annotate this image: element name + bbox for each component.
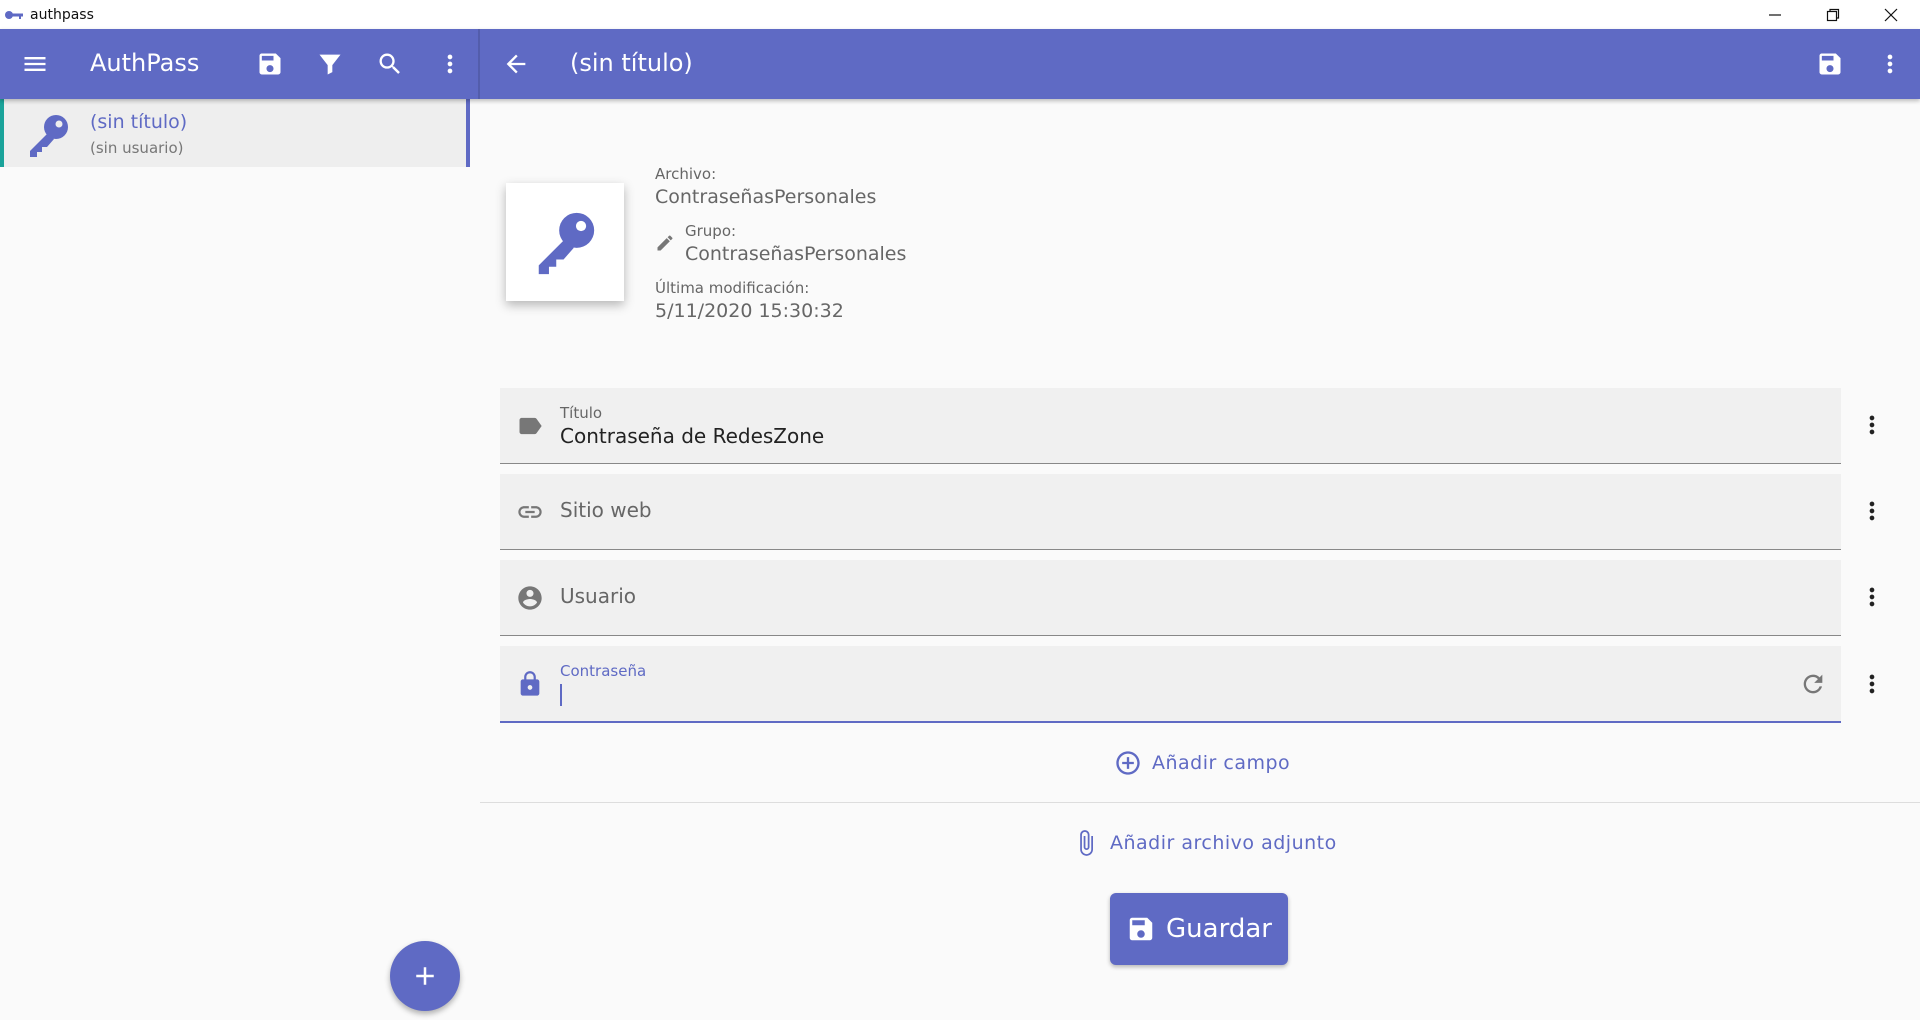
refresh-icon xyxy=(1803,674,1823,694)
right-more-button[interactable] xyxy=(1872,46,1908,82)
username-field-placeholder: Usuario xyxy=(560,584,637,608)
back-arrow-icon xyxy=(506,54,526,74)
entry-list-panel: (sin título) (sin usuario) xyxy=(0,99,478,1020)
username-field[interactable]: Usuario xyxy=(500,560,1841,636)
website-field-placeholder: Sitio web xyxy=(560,498,652,522)
more-vert-icon xyxy=(1869,501,1875,521)
password-field-menu-button[interactable] xyxy=(1854,666,1890,702)
window-titlebar: authpass xyxy=(0,0,1920,29)
app-title: AuthPass xyxy=(90,49,200,77)
more-vert-icon xyxy=(1869,415,1875,435)
entry-detail-panel: Archivo: ContraseñasPersonales Grupo: Co… xyxy=(480,99,1920,1020)
add-field-button[interactable]: Añadir campo xyxy=(1114,749,1290,777)
search-icon xyxy=(379,53,400,74)
file-value: ContraseñasPersonales xyxy=(655,186,877,208)
more-vert-icon xyxy=(1869,587,1875,607)
left-more-button[interactable] xyxy=(432,46,468,82)
save-button-label: Guardar xyxy=(1166,914,1272,944)
menu-icon xyxy=(24,57,46,71)
save-icon xyxy=(259,53,281,75)
password-field-label: Contraseña xyxy=(560,662,647,680)
group-label: Grupo: xyxy=(685,222,737,240)
key-icon xyxy=(30,115,68,157)
minimize-icon xyxy=(1769,13,1781,16)
field-icon xyxy=(516,498,544,526)
restore-icon xyxy=(1826,8,1840,21)
lock-icon xyxy=(520,671,540,696)
add-attachment-label: Añadir archivo adjunto xyxy=(1110,832,1337,854)
key-icon xyxy=(538,212,595,275)
title-field-menu-button[interactable] xyxy=(1854,407,1890,443)
search-button[interactable] xyxy=(372,46,408,82)
more-vert-icon xyxy=(447,54,453,74)
modified-label: Última modificación: xyxy=(655,279,810,297)
save-database-button[interactable] xyxy=(252,46,288,82)
entry-item-title: (sin título) xyxy=(90,111,188,133)
field-icon xyxy=(516,412,544,440)
back-button[interactable] xyxy=(498,46,534,82)
label-icon xyxy=(519,417,542,435)
entry-key-avatar xyxy=(24,111,72,159)
window-title: authpass xyxy=(30,6,94,23)
save-button[interactable]: Guardar xyxy=(1110,893,1288,965)
filter-icon xyxy=(319,54,341,75)
modified-value: 5/11/2020 15:30:32 xyxy=(655,300,844,322)
entry-title: (sin título) xyxy=(570,49,693,77)
generate-password-button[interactable] xyxy=(1799,670,1827,698)
save-icon xyxy=(1129,917,1153,941)
section-divider xyxy=(480,802,1920,803)
close-button[interactable] xyxy=(1862,0,1920,29)
account-circle-icon xyxy=(518,586,542,610)
minimize-button[interactable] xyxy=(1746,0,1804,29)
more-vert-icon xyxy=(1887,54,1893,74)
file-info: Archivo: ContraseñasPersonales xyxy=(655,165,876,208)
username-field-menu-button[interactable] xyxy=(1854,579,1890,615)
add-circle-icon xyxy=(1116,751,1140,775)
group-value: ContraseñasPersonales xyxy=(685,243,907,265)
entry-icon-card[interactable] xyxy=(506,183,624,301)
appbar-divider xyxy=(478,29,480,99)
file-label: Archivo: xyxy=(655,165,717,183)
menu-button[interactable] xyxy=(17,46,53,82)
save-entry-button[interactable] xyxy=(1812,46,1848,82)
add-field-label: Añadir campo xyxy=(1152,752,1291,774)
app-key-icon xyxy=(5,10,23,19)
edit-group-button[interactable] xyxy=(655,233,675,253)
add-attachment-button[interactable]: Añadir archivo adjunto xyxy=(1072,829,1337,857)
title-field[interactable]: Título Contraseña de RedesZone xyxy=(500,388,1841,464)
close-icon xyxy=(1884,8,1898,21)
modified-info: Última modificación: 5/11/2020 15:30:32 xyxy=(655,279,844,322)
list-item[interactable]: (sin título) (sin usuario) xyxy=(0,99,470,167)
restore-button[interactable] xyxy=(1804,0,1862,29)
field-icon xyxy=(516,584,544,612)
paperclip-icon xyxy=(1080,830,1093,856)
entry-item-username: (sin usuario) xyxy=(90,139,184,157)
filter-button[interactable] xyxy=(312,46,348,82)
app-bar: AuthPass (sin título) xyxy=(0,29,1920,99)
add-entry-button[interactable] xyxy=(390,941,460,1011)
pencil-icon xyxy=(657,235,673,251)
field-icon xyxy=(516,670,544,698)
website-field[interactable]: Sitio web xyxy=(500,474,1841,550)
title-field-value[interactable]: Contraseña de RedesZone xyxy=(560,424,824,448)
window-controls xyxy=(1746,0,1920,29)
more-vert-icon xyxy=(1869,674,1875,694)
save-icon xyxy=(1819,53,1841,75)
group-info[interactable]: Grupo: ContraseñasPersonales xyxy=(685,222,906,265)
plus-icon xyxy=(416,967,434,985)
website-field-menu-button[interactable] xyxy=(1854,493,1890,529)
text-cursor xyxy=(560,684,562,706)
password-field[interactable]: Contraseña xyxy=(500,646,1841,723)
link-icon xyxy=(518,506,542,518)
title-field-label: Título xyxy=(560,404,603,422)
